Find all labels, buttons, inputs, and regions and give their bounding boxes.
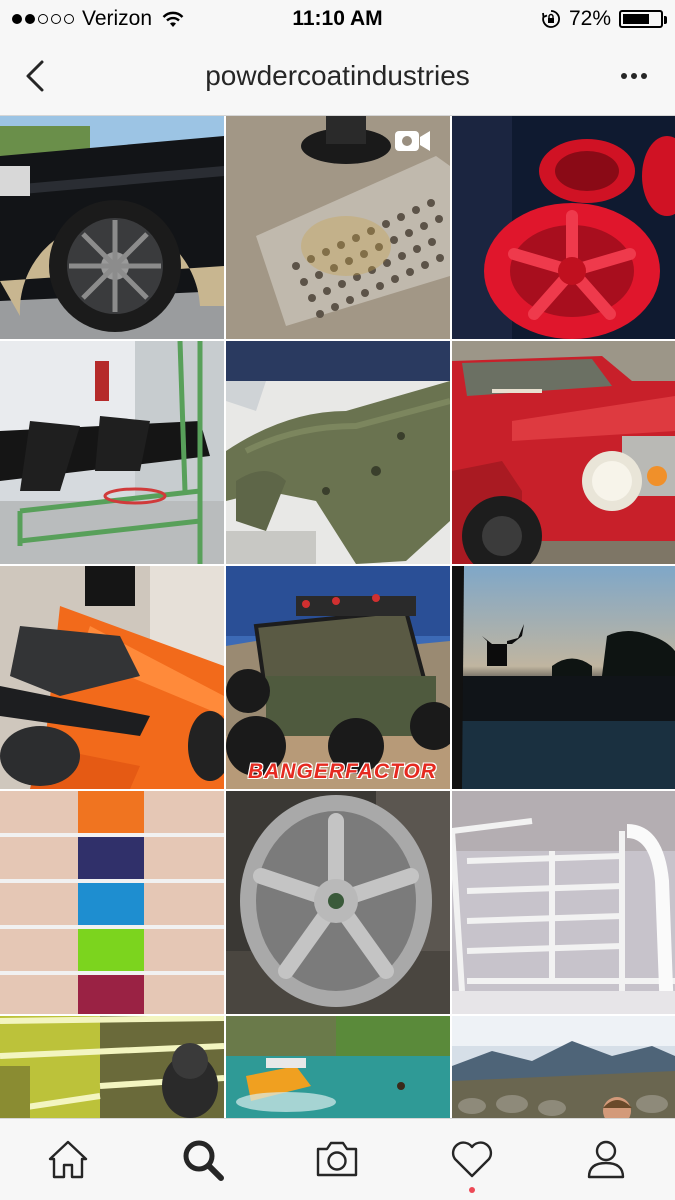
photo-grid: BANGERFACTOR <box>0 116 675 1118</box>
battery-icon <box>619 10 667 28</box>
ellipsis-icon[interactable] <box>619 66 649 86</box>
search-icon[interactable] <box>178 1135 226 1183</box>
nav-bar: powdercoatindustries <box>0 38 675 116</box>
grid-tile-spray-booth[interactable] <box>0 1016 224 1118</box>
grid-tile-frame-rack[interactable] <box>0 341 224 564</box>
activity-notification-dot <box>469 1187 475 1193</box>
grid-tile-red-wheels[interactable] <box>452 116 675 339</box>
heart-icon[interactable] <box>448 1135 496 1183</box>
grid-tile-red-truck[interactable] <box>452 341 675 564</box>
status-right: 72% <box>541 7 667 31</box>
camera-icon[interactable] <box>313 1135 361 1183</box>
page-title: powdercoatindustries <box>205 60 470 91</box>
home-icon[interactable] <box>44 1135 92 1183</box>
orientation-lock-icon <box>542 10 560 28</box>
grid-tile-truck[interactable] <box>0 116 224 339</box>
grid-tile-water-buggy[interactable] <box>226 1016 450 1118</box>
grid-tile-orange-parts[interactable] <box>0 566 224 789</box>
grid-tile-white-rack[interactable] <box>452 791 675 1014</box>
status-bar: Verizon 11:10 AM 72% <box>0 0 675 38</box>
battery-percent: 72% <box>568 7 611 30</box>
grid-tile-drain-tray[interactable] <box>226 116 450 339</box>
grid-tile-sunset[interactable] <box>452 566 675 789</box>
video-camera-icon <box>395 131 430 151</box>
grid-tile-green-part[interactable] <box>226 341 450 564</box>
tab-bar <box>0 1118 675 1200</box>
grid-tile-mountains[interactable] <box>452 1016 675 1118</box>
grid-tile-color-swatches[interactable] <box>0 791 224 1014</box>
grid-tile-buggy[interactable]: BANGERFACTOR <box>226 566 450 789</box>
tile-caption: BANGERFACTOR <box>248 760 437 783</box>
grid-tile-silver-wheel[interactable] <box>226 791 450 1014</box>
person-icon[interactable] <box>582 1135 630 1183</box>
